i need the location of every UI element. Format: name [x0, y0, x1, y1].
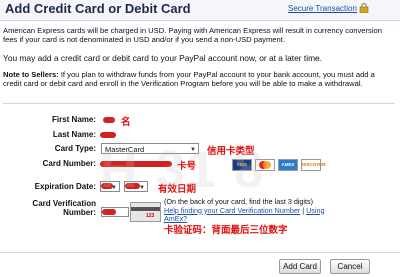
chevron-down-icon: ▼	[190, 147, 196, 153]
card-number-label: Card Number:	[42, 159, 96, 168]
redaction	[102, 209, 116, 215]
discover-logo: DISCOVER	[301, 159, 326, 171]
secure-transaction-link[interactable]: Secure Transaction	[288, 4, 357, 13]
card-number-field[interactable]	[100, 161, 172, 167]
card-type-select[interactable]: MasterCard ▼	[101, 143, 199, 154]
divider	[3, 103, 395, 104]
add-card-info: You may add a credit card or debit card …	[3, 53, 323, 63]
redaction	[101, 183, 113, 189]
annotation-verification: 卡验证码：背面最后三位数字	[164, 225, 288, 236]
cvv-digits: 123	[146, 213, 155, 219]
annotation-expiration: 有效日期	[158, 184, 197, 195]
seller-note: Note to Sellers: If you plan to withdraw…	[3, 70, 395, 88]
page-title: Add Credit Card or Debit Card	[5, 1, 191, 16]
last-name-field[interactable]	[100, 132, 116, 138]
last-name-label: Last Name:	[52, 130, 96, 139]
annotation-card-number: 卡号	[177, 161, 197, 172]
cancel-button[interactable]: Cancel	[330, 259, 370, 274]
amex-notice: American Express cards will be charged i…	[3, 26, 382, 44]
visa-logo: VISA	[232, 159, 252, 171]
add-card-button[interactable]: Add Card	[279, 259, 321, 274]
card-type-value: MasterCard	[105, 145, 145, 154]
card-type-label: Card Type:	[54, 144, 96, 153]
expiration-label: Expiration Date:	[34, 182, 96, 191]
magnetic-stripe	[131, 207, 160, 211]
using-amex-link[interactable]: Using	[306, 206, 324, 215]
annotation-card-type: 信用卡类型	[207, 146, 255, 157]
lock-icon	[359, 3, 369, 13]
footer-divider	[0, 252, 400, 253]
card-back-image: 123	[130, 202, 161, 222]
cvv-hint: (On the back of your card, find the last…	[164, 197, 325, 224]
first-name-field[interactable]	[103, 117, 115, 123]
verification-label: Card Verification Number:	[32, 199, 96, 217]
mastercard-logo	[255, 159, 275, 171]
redaction	[125, 183, 140, 189]
mastercard-icon	[259, 161, 271, 169]
seller-note-text: If you plan to withdraw funds from your …	[3, 70, 375, 88]
first-name-label: First Name:	[51, 115, 96, 124]
annotation-name: 名	[121, 117, 131, 128]
amex-logo: AMEX	[278, 159, 298, 171]
cvv-help-links: Help finding your Card Verification Numb…	[164, 206, 325, 216]
